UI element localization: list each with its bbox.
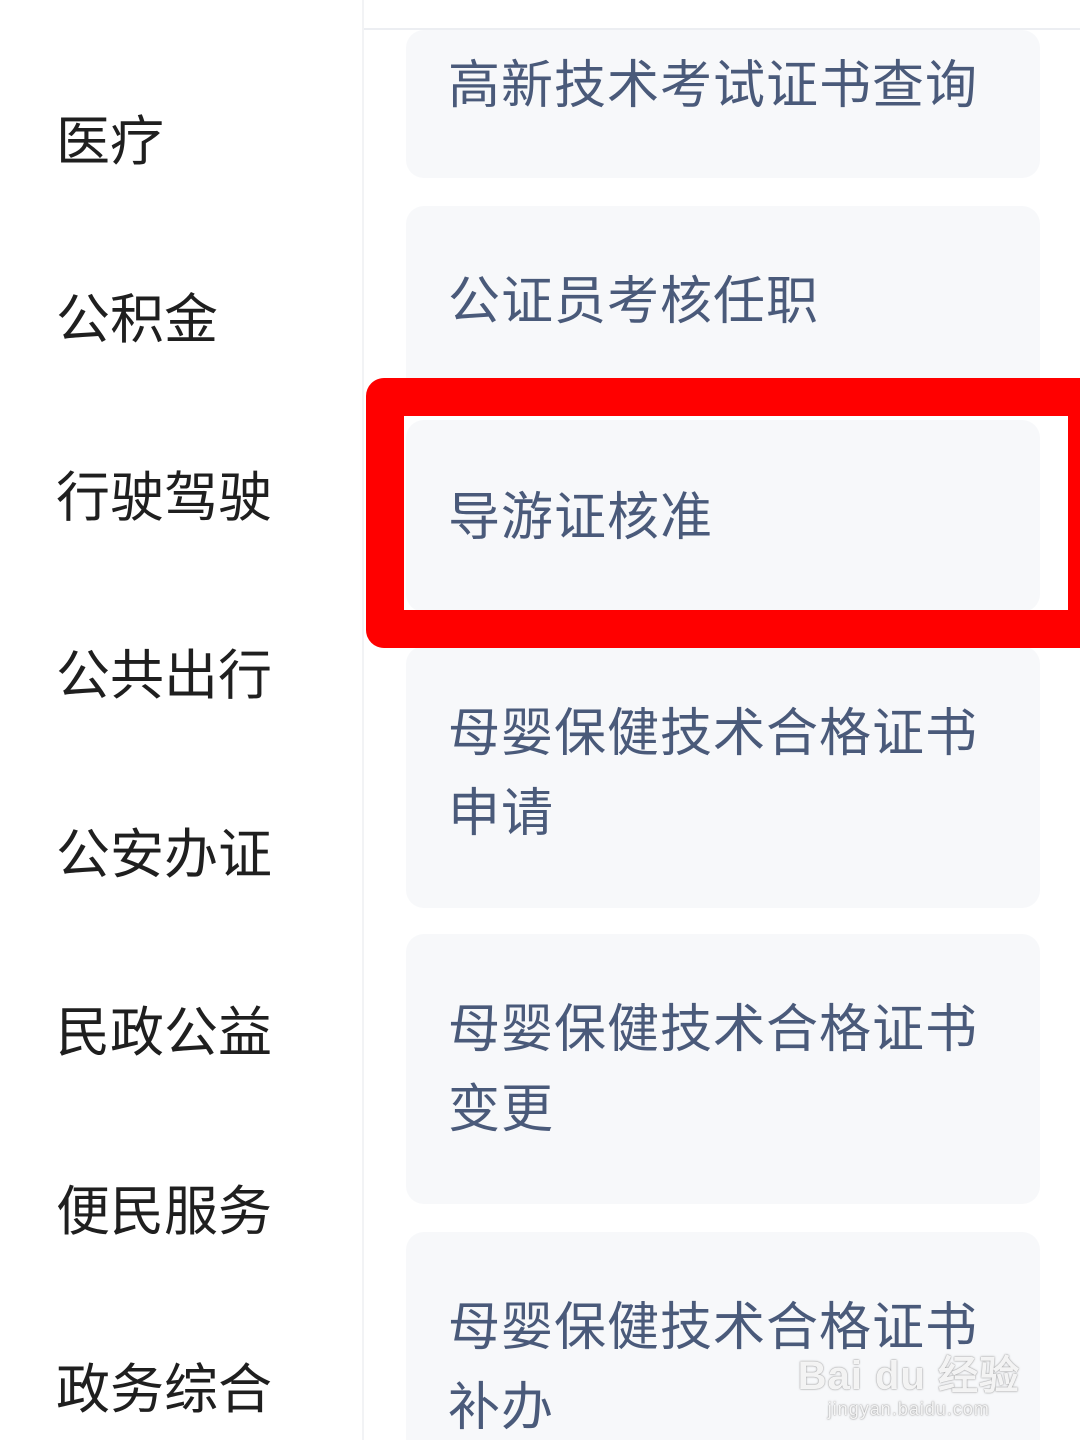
category-sidebar: 医疗 公积金 行驶驾驶 公共出行 公安办证 民政公益 便民服务 政务综合 — [0, 0, 364, 1440]
sidebar-item-driving[interactable]: 行驶驾驶 — [56, 458, 272, 538]
sidebar-item-housing-fund[interactable]: 公积金 — [56, 280, 218, 360]
service-list: 高新技术考试证书查询 公证员考核任职 导游证核准 母婴保健技术合格证书申请 母婴… — [364, 0, 1080, 1440]
page: 医疗 公积金 行驶驾驶 公共出行 公安办证 民政公益 便民服务 政务综合 高新技… — [0, 0, 1080, 1440]
service-card-label: 母婴保健技术合格证书变更 — [448, 1000, 979, 1140]
service-card-tour-guide-license[interactable]: 导游证核准 — [406, 420, 1040, 612]
sidebar-item-medical[interactable]: 医疗 — [56, 102, 164, 182]
sidebar-item-public-transport[interactable]: 公共出行 — [56, 636, 272, 716]
sidebar-item-civil-affairs[interactable]: 民政公益 — [56, 993, 272, 1073]
service-card-maternal-cert-apply[interactable]: 母婴保健技术合格证书申请 — [406, 646, 1040, 908]
service-card-high-tech-certificate-query[interactable]: 高新技术考试证书查询 — [406, 30, 1040, 178]
sidebar-item-government-general[interactable]: 政务综合 — [56, 1350, 272, 1430]
watermark-logo-text: Bai du 经验 — [797, 1354, 1020, 1398]
sidebar-item-police-certificates[interactable]: 公安办证 — [56, 815, 272, 895]
service-card-label: 导游证核准 — [448, 488, 714, 548]
service-card-maternal-cert-change[interactable]: 母婴保健技术合格证书变更 — [406, 934, 1040, 1204]
baidu-jingyan-watermark: Bai du 经验 jingyan.baidu.com — [798, 1354, 1020, 1420]
sidebar-item-convenience-services[interactable]: 便民服务 — [56, 1172, 272, 1252]
service-card-label: 母婴保健技术合格证书申请 — [448, 704, 979, 844]
service-card-notary-appointment[interactable]: 公证员考核任职 — [406, 206, 1040, 406]
watermark-url: jingyan.baidu.com — [827, 1399, 990, 1419]
service-card-label: 高新技术考试证书查询 — [448, 56, 979, 116]
service-card-label: 公证员考核任职 — [448, 272, 820, 332]
